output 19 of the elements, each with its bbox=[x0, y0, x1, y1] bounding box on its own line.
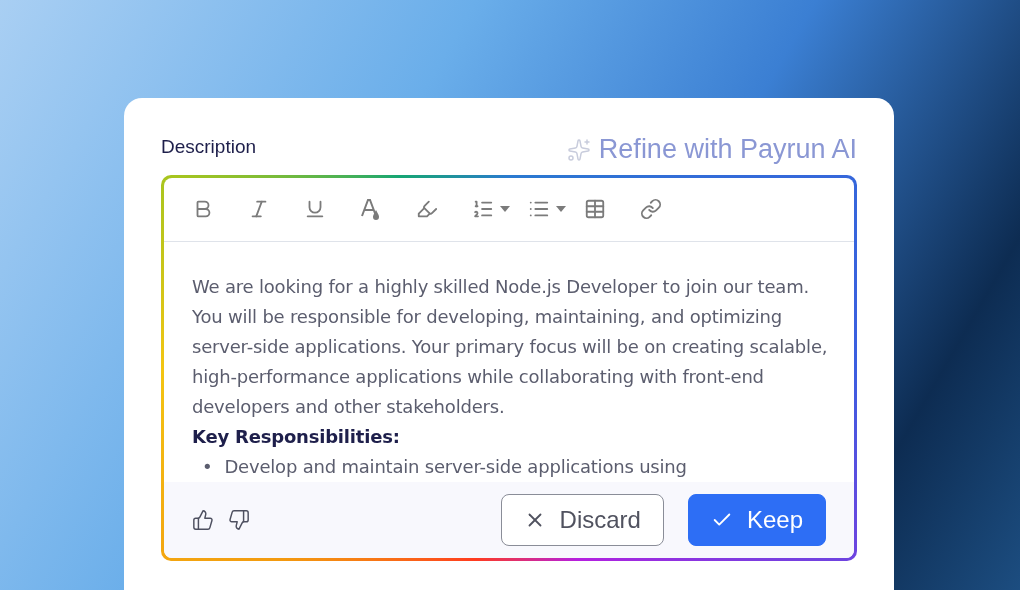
keep-button[interactable]: Keep bbox=[687, 493, 826, 546]
caret-icon bbox=[500, 206, 510, 213]
thumbs-up-button[interactable] bbox=[192, 508, 214, 531]
discard-button[interactable]: Discard bbox=[500, 493, 664, 546]
bullet-marker: • bbox=[202, 454, 213, 479]
thumbs-down-button[interactable] bbox=[228, 508, 250, 531]
bullet-text: Develop and maintain server-side applications using bbox=[224, 454, 687, 479]
thumbs-up-icon bbox=[192, 508, 214, 531]
field-label: Description bbox=[161, 136, 257, 158]
refine-ai-button[interactable]: Refine with Payrun AI bbox=[566, 134, 857, 165]
editor-field[interactable] bbox=[161, 175, 857, 561]
thumbs-down-icon bbox=[228, 508, 250, 531]
link-icon bbox=[640, 198, 662, 221]
caret-icon bbox=[556, 206, 566, 213]
description-text: We are looking for a highly skilled Node.js Developer to join our team. You will be responsible for developing, maintaining, and optimizing server-side applications. Your primary focus will be on creating scalable, high-performance applications while collaborating with front-end developers and other stakeholders. bbox=[192, 274, 829, 419]
table-icon bbox=[584, 198, 606, 221]
section-heading: Key Responsibilities: bbox=[192, 424, 401, 449]
text-color-icon bbox=[360, 197, 382, 222]
sparkle-icon bbox=[566, 137, 591, 162]
